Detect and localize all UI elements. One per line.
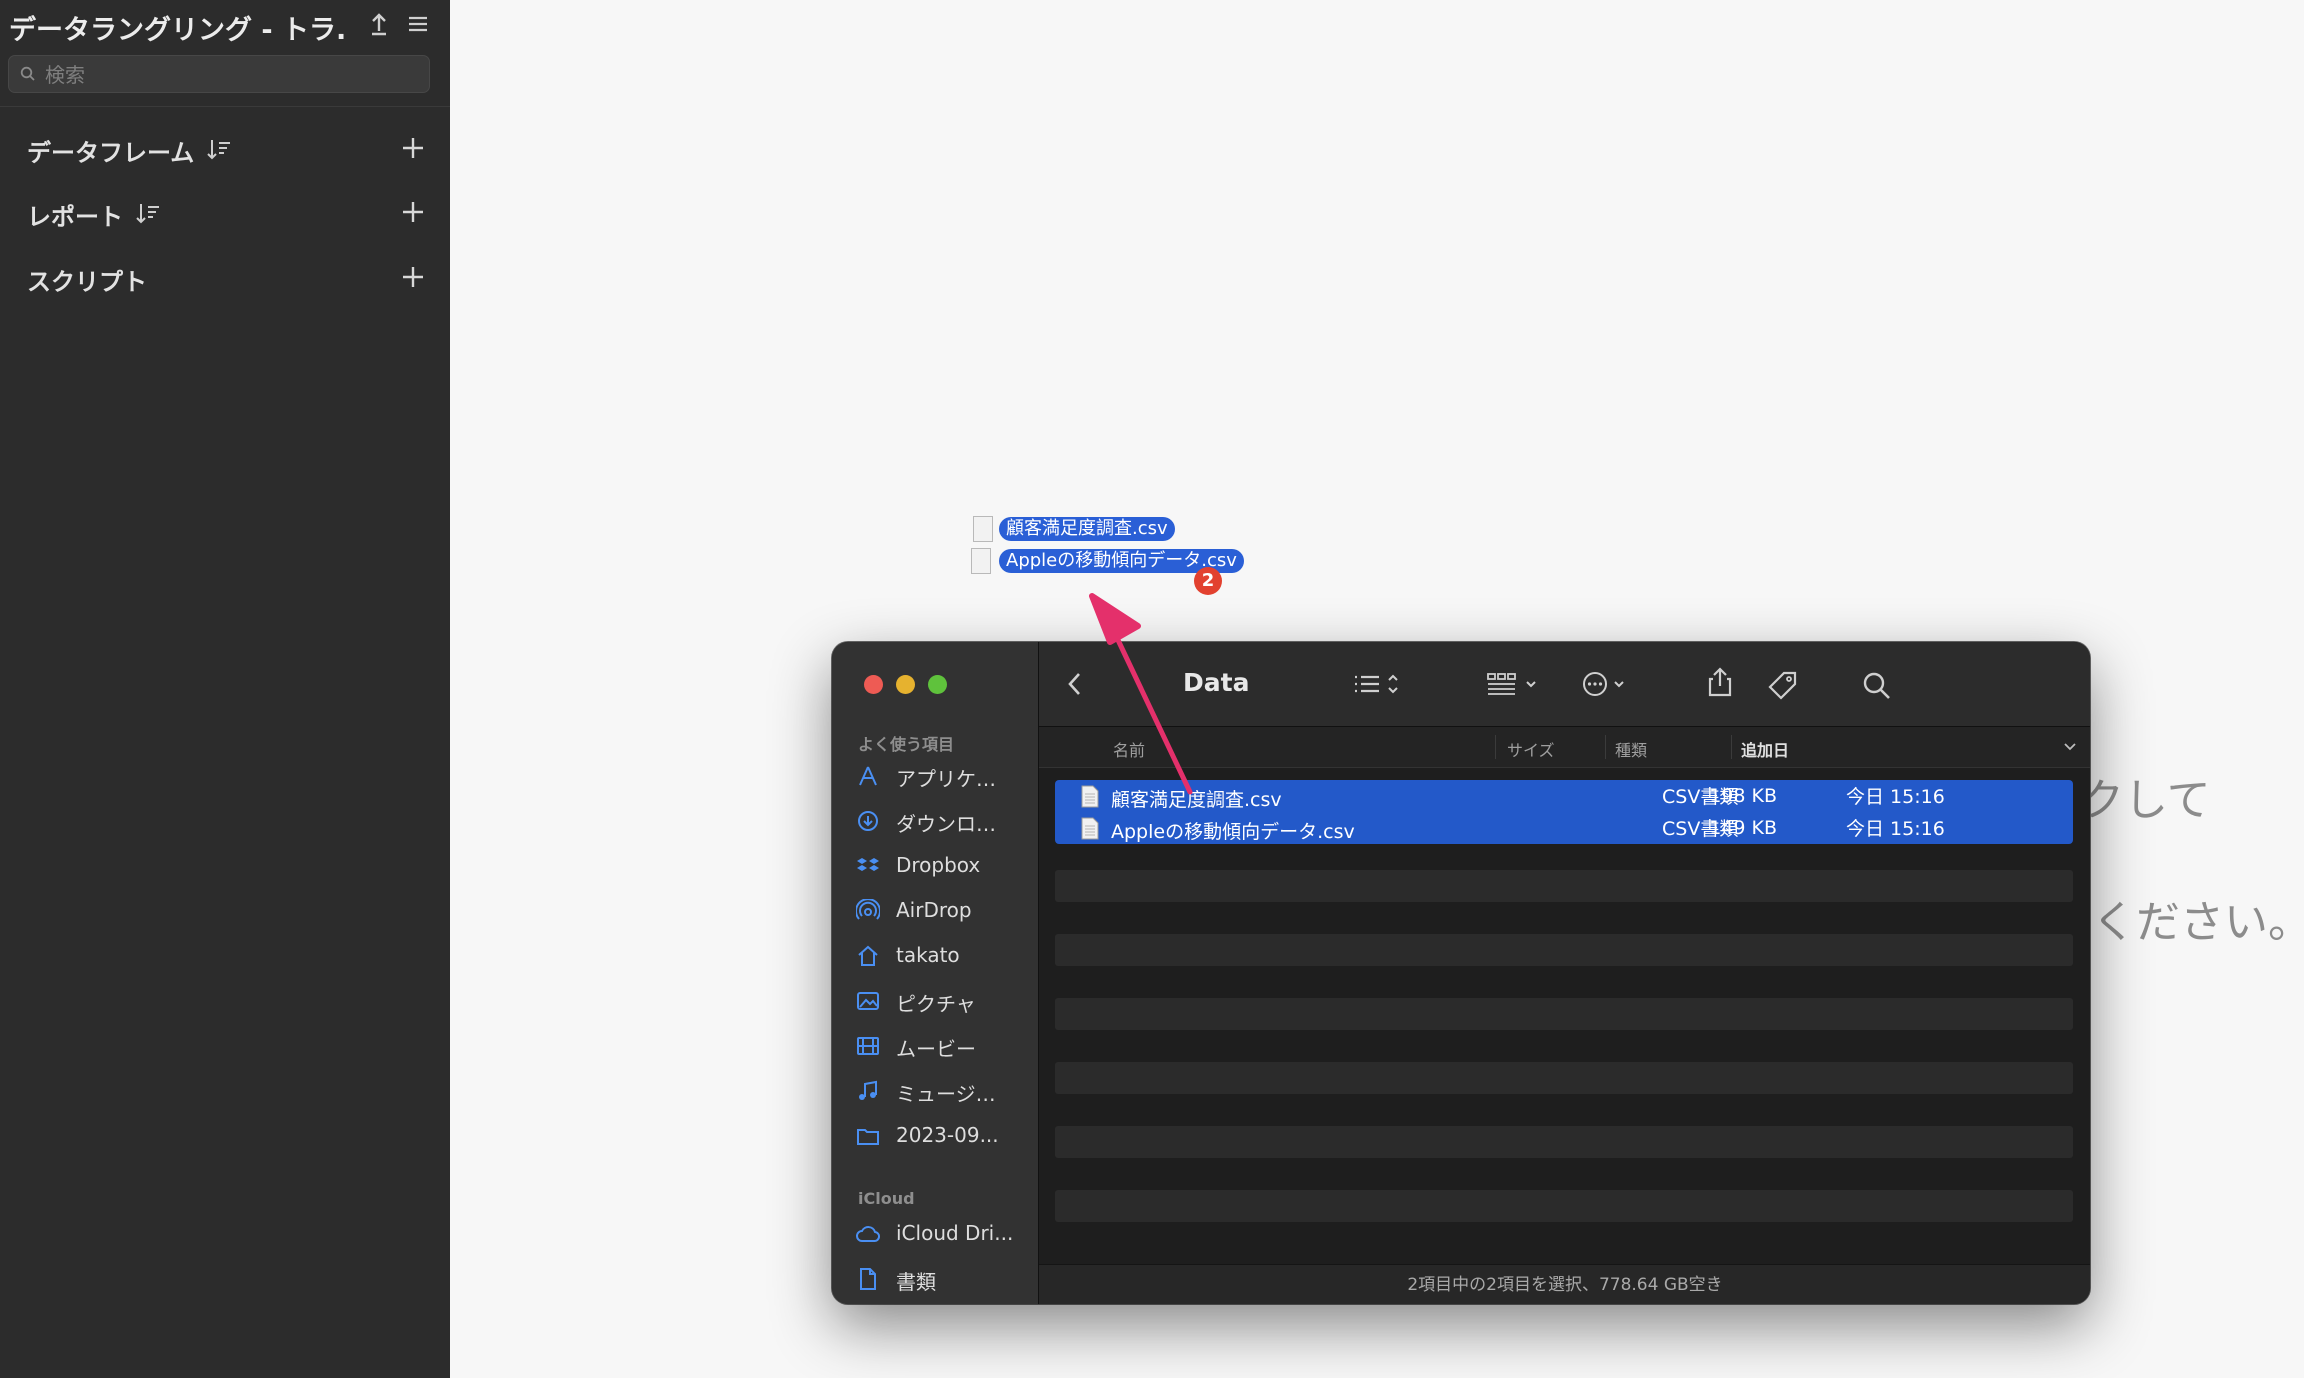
- close-window-button[interactable]: [864, 675, 883, 694]
- sidebar-item-label: 2023-09...: [896, 1123, 999, 1147]
- sidebar-item-label: ミュージ…: [896, 1082, 996, 1106]
- sidebar-item-downloads[interactable]: ダウンロ…: [856, 803, 1036, 839]
- search-icon[interactable]: [1861, 670, 1893, 702]
- csv-file-icon: [1081, 817, 1099, 840]
- applications-icon: [859, 766, 877, 786]
- icloud-icon: [856, 1226, 880, 1242]
- sidebar-item-label: ピクチャ: [896, 992, 976, 1016]
- column-name[interactable]: 名前: [1113, 737, 1145, 761]
- empty-row: [1055, 934, 2073, 966]
- more-actions-icon[interactable]: [1579, 670, 1639, 698]
- sidebar-divider: [0, 106, 450, 107]
- file-kind: CSV書類: [1662, 786, 1739, 808]
- sidebar-item-label: iCloud Dri...: [896, 1221, 1014, 1245]
- column-separator: [1731, 735, 1732, 759]
- folder-icon: [857, 1129, 879, 1145]
- status-bar: 2項目中の2項目を選択、778.64 GB空き: [1039, 1264, 2090, 1304]
- dropbox-icon: [857, 858, 879, 871]
- drag-ghost-label: 顧客満足度調査.csv: [999, 517, 1175, 541]
- airdrop-icon: [856, 899, 880, 920]
- zoom-window-button[interactable]: [928, 675, 947, 694]
- file-date-added: 今日 15:16: [1846, 818, 1945, 840]
- csv-file-icon: [1081, 785, 1099, 808]
- home-icon: [858, 945, 878, 966]
- list-view-icon[interactable]: [1351, 670, 1407, 698]
- chevron-down-icon[interactable]: [2063, 741, 2077, 753]
- section-report-label: レポート: [27, 203, 123, 231]
- section-report[interactable]: レポート: [0, 187, 450, 237]
- tag-icon[interactable]: [1767, 670, 1799, 702]
- drop-hint-line2: ください。: [2092, 897, 2304, 948]
- sidebar-item-dropbox[interactable]: Dropbox: [856, 848, 1036, 884]
- empty-row: [1055, 1126, 2073, 1158]
- upload-icon[interactable]: [365, 10, 393, 38]
- finder-window: よく使う項目 アプリケ… ダウンロ… Dropbox AirDrop takat…: [832, 642, 2090, 1304]
- finder-main: Data 名前 サイズ 種類 追加日 顧客満足度調査.csv 198 KB Ap…: [1038, 642, 2090, 1304]
- icloud-group-label: iCloud: [858, 1189, 915, 1208]
- file-name: Appleの移動傾向データ.csv: [1111, 821, 1355, 843]
- app-title: データラングリング - トラ...: [9, 15, 349, 46]
- file-name: 顧客満足度調査.csv: [1111, 789, 1282, 811]
- folder-title: Data: [1183, 668, 1250, 697]
- empty-row: [1055, 1062, 2073, 1094]
- back-icon[interactable]: [1063, 670, 1087, 698]
- finder-toolbar: Data: [1039, 642, 2090, 727]
- sidebar-item-label: AirDrop: [896, 898, 972, 922]
- movies-icon: [857, 1037, 879, 1055]
- file-kind: CSV書類: [1662, 818, 1739, 840]
- sidebar-item-applications[interactable]: アプリケ…: [856, 758, 1036, 794]
- finder-sidebar: よく使う項目 アプリケ… ダウンロ… Dropbox AirDrop takat…: [832, 642, 1038, 1304]
- section-dataframe[interactable]: データフレーム: [0, 123, 450, 173]
- sidebar-item-pictures[interactable]: ピクチャ: [856, 983, 1036, 1019]
- column-separator: [1495, 735, 1496, 759]
- search-input[interactable]: [43, 59, 417, 91]
- music-icon: [859, 1080, 877, 1100]
- empty-row: [1055, 998, 2073, 1030]
- csv-file-icon: [971, 548, 991, 574]
- sidebar-item-label: ダウンロ…: [896, 812, 996, 836]
- drop-hint-line1: クして: [2080, 775, 2211, 826]
- sidebar-item-documents[interactable]: 書類: [856, 1261, 1036, 1297]
- column-size[interactable]: サイズ: [1507, 737, 1555, 761]
- add-dataframe-icon[interactable]: [400, 135, 426, 161]
- favorites-group-label: よく使う項目: [858, 735, 955, 754]
- add-report-icon[interactable]: [400, 199, 426, 225]
- empty-row: [1055, 1190, 2073, 1222]
- group-view-icon[interactable]: [1485, 670, 1545, 698]
- sidebar-item-folder[interactable]: 2023-09...: [856, 1118, 1036, 1154]
- document-icon: [860, 1268, 876, 1290]
- search-icon: [20, 66, 35, 81]
- column-header: 名前 サイズ 種類 追加日: [1039, 727, 2090, 768]
- sidebar-item-music[interactable]: ミュージ…: [856, 1073, 1036, 1109]
- sort-icon[interactable]: [135, 201, 161, 225]
- sidebar-item-label: ムービー: [896, 1037, 976, 1061]
- drag-count-badge: 2: [1194, 567, 1222, 595]
- sidebar-item-movies[interactable]: ムービー: [856, 1028, 1036, 1064]
- pictures-icon: [857, 992, 879, 1010]
- csv-file-icon: [973, 516, 993, 542]
- app-sidebar: データラングリング - トラ... データフレーム レポート スクリプト: [0, 0, 450, 1378]
- search-field[interactable]: [8, 55, 430, 93]
- add-script-icon[interactable]: [400, 264, 426, 290]
- minimize-window-button[interactable]: [896, 675, 915, 694]
- section-dataframe-label: データフレーム: [27, 139, 195, 167]
- file-date-added: 今日 15:16: [1846, 786, 1945, 808]
- sidebar-item-icloud-drive[interactable]: iCloud Dri...: [856, 1216, 1036, 1252]
- section-script[interactable]: スクリプト: [0, 252, 450, 302]
- downloads-icon: [858, 811, 878, 831]
- sidebar-item-label: 書類: [896, 1270, 936, 1294]
- sidebar-item-airdrop[interactable]: AirDrop: [856, 893, 1036, 929]
- column-kind[interactable]: 種類: [1615, 737, 1647, 761]
- sidebar-item-label: takato: [896, 943, 960, 967]
- empty-row: [1055, 870, 2073, 902]
- sort-icon[interactable]: [206, 137, 232, 161]
- column-separator: [1605, 735, 1606, 759]
- share-icon[interactable]: [1705, 666, 1735, 698]
- column-date-added[interactable]: 追加日: [1741, 737, 1789, 761]
- menu-icon[interactable]: [404, 10, 432, 38]
- section-script-label: スクリプト: [27, 268, 147, 296]
- sidebar-item-label: アプリケ…: [896, 767, 996, 791]
- sidebar-item-home[interactable]: takato: [856, 938, 1036, 974]
- sidebar-item-label: Dropbox: [896, 853, 981, 877]
